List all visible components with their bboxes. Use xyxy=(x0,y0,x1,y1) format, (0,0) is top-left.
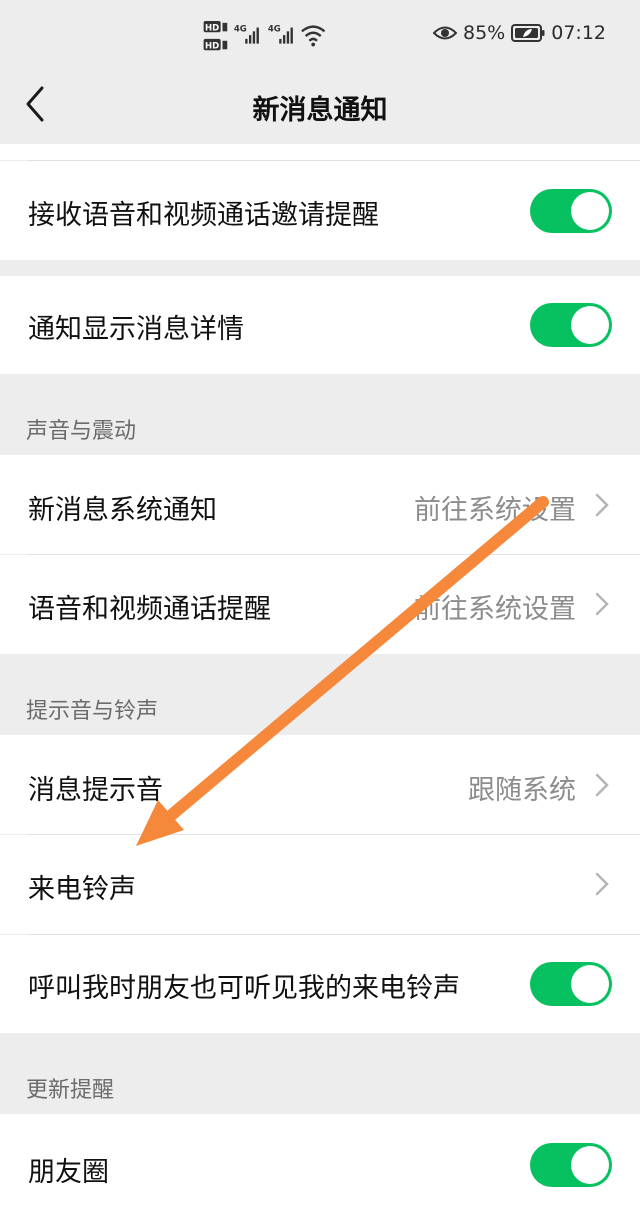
row-friends-hear-ringtone[interactable]: 呼叫我时朋友也可听见我的来电铃声 xyxy=(0,935,640,1033)
nav-bar: 新消息通知 xyxy=(0,70,640,144)
toggle-switch[interactable] xyxy=(530,962,612,1006)
status-bar: HD HD 4G 4G 85% 07:12 xyxy=(0,0,640,70)
row-label: 朋友圈 xyxy=(28,1157,109,1188)
row-ringtone[interactable]: 来电铃声 xyxy=(0,835,640,934)
row-label: 新消息系统通知 xyxy=(28,495,217,526)
toggle-switch[interactable] xyxy=(530,189,612,233)
battery-icon xyxy=(511,24,545,42)
row-label: 语音和视频通话提醒 xyxy=(28,594,271,625)
row-label: 消息提示音 xyxy=(28,775,163,806)
row-moments[interactable]: 朋友圈 xyxy=(0,1114,640,1205)
toggle-knob xyxy=(571,306,609,344)
row-label: 接收语音和视频通话邀请提醒 xyxy=(28,200,379,231)
row-value: 前往系统设置 xyxy=(414,495,576,526)
row-voice-video-invite[interactable]: 接收语音和视频通话邀请提醒 xyxy=(0,161,640,260)
row-value: 前往系统设置 xyxy=(414,594,576,625)
wifi-icon xyxy=(301,25,326,33)
chevron-right-icon xyxy=(595,872,609,896)
toggle-switch[interactable] xyxy=(530,1143,612,1187)
signal-icon: HD HD 4G 4G xyxy=(203,20,326,51)
row-system-notify[interactable]: 新消息系统通知 前往系统设置 xyxy=(0,455,640,554)
row-message-tone[interactable]: 消息提示音 跟随系统 xyxy=(0,735,640,834)
section-header-tone: 提示音与铃声 xyxy=(26,699,159,724)
battery-percent: 85% xyxy=(463,22,506,44)
toggle-knob xyxy=(571,192,609,230)
svg-text:4G: 4G xyxy=(234,24,247,34)
page-title: 新消息通知 xyxy=(252,95,388,126)
svg-text:4G: 4G xyxy=(268,24,281,34)
row-label: 来电铃声 xyxy=(28,874,136,905)
list-item xyxy=(0,144,640,160)
section-header-sound: 声音与震动 xyxy=(26,419,137,444)
row-show-details[interactable]: 通知显示消息详情 xyxy=(0,276,640,374)
clock: 07:12 xyxy=(551,22,606,44)
toggle-knob xyxy=(571,965,609,1003)
toggle-knob xyxy=(571,1146,609,1184)
chevron-right-icon xyxy=(595,493,609,517)
svg-text:HD: HD xyxy=(205,41,219,51)
toggle-switch[interactable] xyxy=(530,303,612,347)
svg-text:HD: HD xyxy=(205,23,219,33)
row-value: 跟随系统 xyxy=(468,775,576,806)
row-label: 通知显示消息详情 xyxy=(28,314,244,345)
chevron-right-icon xyxy=(595,773,609,797)
row-call-remind[interactable]: 语音和视频通话提醒 前往系统设置 xyxy=(0,555,640,654)
chevron-right-icon xyxy=(595,592,609,616)
row-label: 呼叫我时朋友也可听见我的来电铃声 xyxy=(28,973,460,1004)
eye-icon xyxy=(433,26,457,40)
section-header-update: 更新提醒 xyxy=(26,1078,115,1103)
